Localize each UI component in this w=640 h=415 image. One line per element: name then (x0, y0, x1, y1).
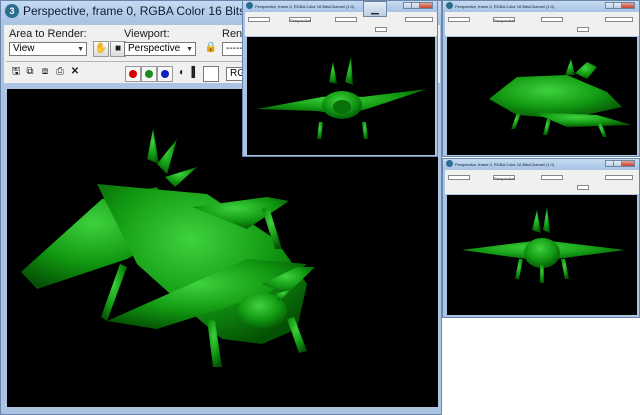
copy-image-button[interactable]: ⧉ (22, 65, 38, 81)
channel-dropdown[interactable] (375, 27, 387, 32)
window-title: Perspective, frame 0, RGBA Color 16 Bits… (455, 162, 555, 167)
preset-dropdown[interactable] (541, 17, 563, 22)
area-dropdown[interactable] (448, 175, 470, 180)
mono-toggle[interactable]: ▌ (187, 66, 203, 82)
area-to-render-dropdown[interactable]: View ▼ (9, 42, 87, 56)
viewport-value: Perspective (290, 18, 311, 23)
renderer-dropdown[interactable] (605, 175, 633, 180)
channel-dropdown[interactable] (577, 185, 589, 190)
render-window-front: Perspective, frame 0, RGBA Color 16 Bits… (242, 0, 438, 157)
chevron-down-icon: ▼ (77, 46, 84, 53)
edit-region-button[interactable]: ✋ (93, 41, 109, 57)
viewport-label: Viewport: (124, 28, 170, 40)
window-title: Perspective, frame 0, RGBA Color 16 Bits… (455, 4, 555, 9)
blue-channel-toggle[interactable] (157, 66, 173, 82)
viewport-dropdown[interactable]: Perspective (289, 17, 311, 23)
app-logo-icon (446, 160, 453, 167)
print-image-button[interactable]: ⎙ (52, 65, 68, 81)
toolbar-panel: Perspective (445, 12, 639, 36)
green-channel-toggle[interactable] (141, 66, 157, 82)
renderer-dropdown[interactable] (605, 17, 633, 22)
lock-icon[interactable]: 🔒 (203, 41, 219, 57)
clone-window-button[interactable]: ⧈ (37, 65, 53, 81)
toolbar-panel: Perspective (445, 170, 639, 194)
app-logo-icon (446, 2, 453, 9)
render-viewport[interactable] (247, 37, 435, 155)
render-window-front-low: Perspective, frame 0, RGBA Color 16 Bits… (442, 158, 640, 318)
viewport-value: Perspective (494, 18, 515, 23)
close-button[interactable] (621, 160, 635, 167)
viewport-dropdown[interactable]: Perspective (493, 175, 515, 181)
app-logo-icon (246, 2, 253, 9)
toolbar-panel: Perspective (245, 12, 437, 36)
chevron-down-icon: ▼ (186, 46, 193, 53)
viewport-dropdown[interactable]: Perspective ▼ (124, 42, 196, 56)
renderer-dropdown[interactable] (405, 17, 433, 22)
color-swatch[interactable] (203, 66, 219, 82)
viewport-value: Perspective (128, 43, 181, 54)
render-window-side: Perspective, frame 0, RGBA Color 16 Bits… (442, 0, 640, 157)
area-dropdown[interactable] (248, 17, 270, 22)
area-dropdown[interactable] (448, 17, 470, 22)
area-to-render-value: View (13, 43, 35, 54)
close-button[interactable] (621, 2, 635, 9)
close-button[interactable] (419, 2, 433, 9)
viewport-value: Perspective (494, 176, 515, 181)
rendered-spaceship (489, 59, 632, 137)
app-logo-icon: 3 (5, 4, 19, 18)
window-controls (605, 160, 635, 167)
title-bar[interactable]: Perspective, frame 0, RGBA Color 16 Bits… (243, 1, 437, 11)
window-title: Perspective, frame 0, RGBA Color 16 Bits… (255, 4, 355, 9)
render-viewport[interactable] (447, 195, 637, 315)
render-viewport[interactable] (447, 37, 637, 155)
title-bar[interactable]: Perspective, frame 0, RGBA Color 16 Bits… (443, 1, 639, 11)
red-channel-toggle[interactable] (125, 66, 141, 82)
window-controls (403, 2, 433, 9)
viewport-dropdown[interactable]: Perspective (493, 17, 515, 23)
window-controls (605, 2, 635, 9)
rendered-spaceship (462, 207, 625, 283)
window-controls: ▁ (363, 1, 387, 17)
preset-dropdown[interactable] (541, 175, 563, 180)
minimize-button[interactable]: ▁ (363, 1, 387, 17)
area-to-render-label: Area to Render: (9, 28, 87, 40)
rendered-spaceship (257, 57, 427, 139)
title-bar[interactable]: Perspective, frame 0, RGBA Color 16 Bits… (443, 159, 639, 169)
channel-dropdown[interactable] (577, 27, 589, 32)
preset-dropdown[interactable] (335, 17, 357, 22)
clear-image-button[interactable]: ✕ (67, 65, 83, 81)
